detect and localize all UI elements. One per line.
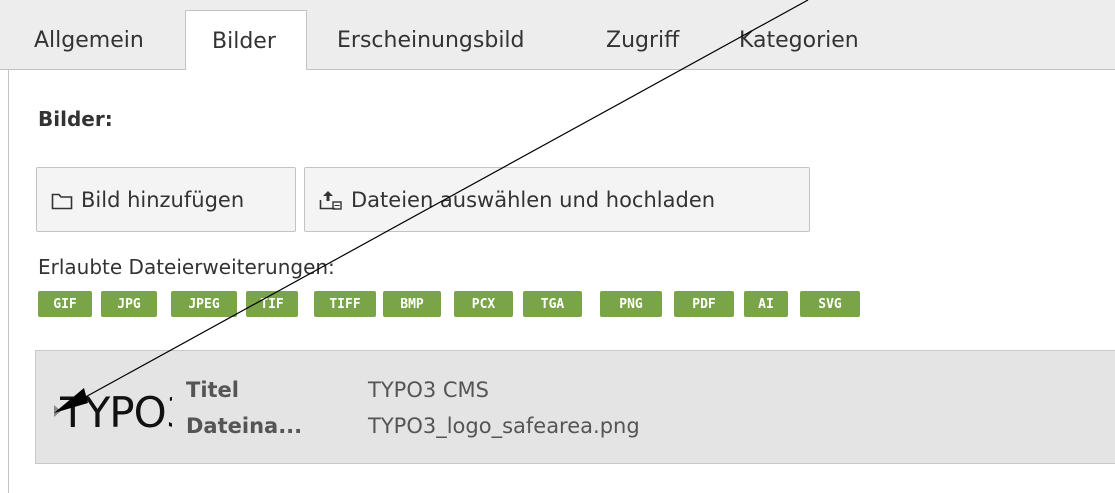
extension-badge: TIFF bbox=[314, 291, 376, 317]
tab-label: Allgemein bbox=[34, 27, 144, 53]
allowed-extensions-label: Erlaubte Dateierweiterungen: bbox=[38, 255, 335, 279]
extension-badge: TGA bbox=[523, 291, 582, 317]
tab-allgemein[interactable]: Allgemein bbox=[34, 10, 144, 70]
tab-label: Zugriff bbox=[606, 27, 680, 53]
filename-key: Dateina... bbox=[186, 414, 303, 438]
extension-badge: PNG bbox=[600, 291, 662, 317]
upload-icon bbox=[319, 189, 343, 211]
tab-erscheinungsbild[interactable]: Erscheinungsbild bbox=[337, 10, 525, 70]
extension-badge: PDF bbox=[674, 291, 734, 317]
extension-badge: JPEG bbox=[171, 291, 237, 317]
folder-icon bbox=[51, 191, 73, 209]
tab-bilder[interactable]: Bilder bbox=[185, 10, 307, 71]
field-label: Bilder: bbox=[38, 107, 113, 131]
tab-kategorien[interactable]: Kategorien bbox=[739, 10, 859, 70]
tab-zugriff[interactable]: Zugriff bbox=[606, 10, 679, 70]
extension-badge: PCX bbox=[454, 291, 513, 317]
extension-badge: GIF bbox=[38, 291, 92, 317]
file-thumbnail: TYPO3 bbox=[60, 383, 172, 443]
tab-label: Kategorien bbox=[739, 27, 859, 53]
extension-badge: TIF bbox=[246, 291, 298, 317]
file-reference-panel[interactable] bbox=[35, 350, 1115, 464]
extension-badge: AI bbox=[744, 291, 788, 317]
extension-badge: SVG bbox=[800, 291, 860, 317]
extension-badge: JPG bbox=[101, 291, 157, 317]
tab-label: Bilder bbox=[212, 28, 276, 54]
upload-files-button[interactable]: Dateien auswählen und hochladen bbox=[304, 167, 810, 232]
title-value: TYPO3 CMS bbox=[368, 378, 489, 402]
extension-badge: BMP bbox=[383, 291, 441, 317]
tab-label: Erscheinungsbild bbox=[337, 27, 525, 53]
thumbnail-logo-text: TYPO3 bbox=[60, 388, 172, 437]
tab-bar: Allgemein Bilder Erscheinungsbild Zugrif… bbox=[0, 0, 1115, 71]
upload-label: Dateien auswählen und hochladen bbox=[351, 187, 716, 212]
add-image-button[interactable]: Bild hinzufügen bbox=[36, 167, 296, 232]
add-image-label: Bild hinzufügen bbox=[81, 187, 245, 212]
filename-value: TYPO3_logo_safearea.png bbox=[368, 414, 640, 438]
title-key: Titel bbox=[186, 378, 240, 402]
